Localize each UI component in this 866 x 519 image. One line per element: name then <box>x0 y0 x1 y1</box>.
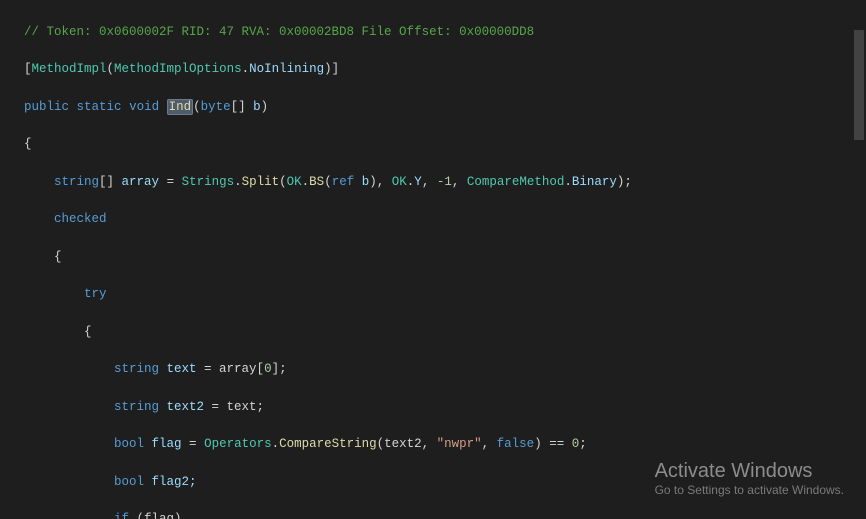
type-string-arr: string <box>54 175 99 189</box>
attr-enum-val: NoInlining <box>249 62 324 76</box>
method-name-highlight: Ind <box>167 99 194 115</box>
kw-try: try <box>84 287 107 301</box>
kw-if: if <box>114 512 129 519</box>
param-b: b <box>246 100 261 114</box>
type-byte: byte <box>201 100 231 114</box>
attr-enum-type: MethodImplOptions <box>114 62 242 76</box>
kw-public: public <box>24 100 69 114</box>
call-split: Split <box>242 175 280 189</box>
str-nwpr: "nwpr" <box>437 437 482 451</box>
kw-static: static <box>77 100 122 114</box>
vertical-scrollbar[interactable] <box>852 0 866 519</box>
comment-token: // Token: 0x0600002F RID: 47 RVA: 0x0000… <box>24 25 534 39</box>
brace-open: { <box>24 137 32 151</box>
scrollbar-thumb[interactable] <box>854 30 864 140</box>
kw-checked: checked <box>54 212 107 226</box>
attr-open: [ <box>24 62 32 76</box>
attr-name: MethodImpl <box>32 62 107 76</box>
call-comparestring: CompareString <box>279 437 377 451</box>
code-editor[interactable]: // Token: 0x0600002F RID: 47 RVA: 0x0000… <box>0 0 866 519</box>
kw-void: void <box>129 100 159 114</box>
